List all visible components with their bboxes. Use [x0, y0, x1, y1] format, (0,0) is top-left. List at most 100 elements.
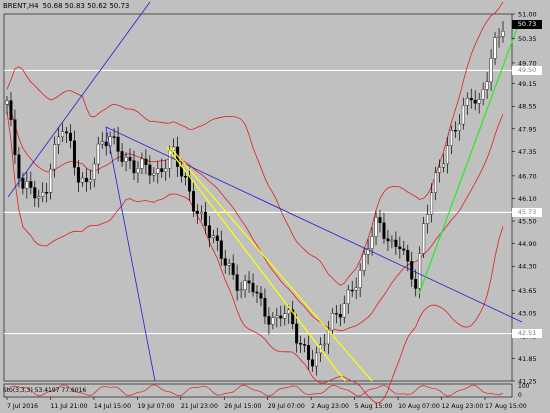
- candle-body: [445, 145, 449, 165]
- symbol-timeframe: BRENT,H4: [3, 2, 39, 10]
- time-tick-label: 29 Jul 07:00: [268, 403, 305, 410]
- price-tick-label: 41.85: [518, 355, 537, 363]
- candle-body: [49, 168, 53, 193]
- candle-body: [477, 99, 481, 104]
- candle-body: [402, 248, 406, 251]
- candle-body: [100, 141, 104, 145]
- candle-body: [184, 175, 188, 178]
- candle-body: [283, 313, 287, 319]
- candle-body: [461, 105, 465, 125]
- candle-body: [426, 214, 430, 224]
- price-tag-49-50: 49.50: [512, 65, 542, 75]
- candle-body: [168, 150, 172, 169]
- candle-body: [315, 352, 319, 367]
- candle-body: [164, 168, 168, 172]
- candle-body: [303, 344, 307, 346]
- symbol-header: BRENT,H4 50.68 50.83 50.62 50.73: [3, 2, 129, 10]
- candle-body: [80, 177, 84, 183]
- chart-window[interactable]: 51.00 50.35 49.70 49.15 48.55 47.95 47.35 46.70…: [0, 0, 550, 413]
- candle-body: [17, 154, 21, 179]
- candle-body: [279, 315, 283, 319]
- candle-body: [116, 136, 120, 152]
- candle-body: [96, 143, 100, 165]
- candle-body: [307, 345, 311, 360]
- candle-body: [453, 129, 457, 132]
- price-tick-label: 45.50: [518, 218, 537, 226]
- candle-body: [418, 253, 422, 289]
- price-tick-label: 44.90: [518, 240, 537, 248]
- time-tick-label: 26 Jul 15:00: [224, 403, 261, 410]
- candle-body: [72, 140, 76, 168]
- candle-body: [29, 181, 33, 188]
- candle-body: [33, 187, 37, 199]
- price-tick-label: 48.55: [518, 103, 537, 111]
- indicator-tick-label: 0: [518, 392, 522, 399]
- price-tag-50-73: 50.73: [512, 19, 542, 29]
- candle-body: [382, 222, 386, 239]
- candle-body: [65, 131, 69, 134]
- candle-body: [104, 141, 108, 147]
- indicator-tick-label: 100: [518, 383, 530, 390]
- candle-body: [144, 158, 148, 166]
- price-chart[interactable]: 51.0050.3549.7049.1548.5547.9547.3546.70…: [0, 0, 550, 413]
- candle-body: [322, 343, 326, 346]
- candle-body: [251, 282, 255, 293]
- candle-body: [493, 37, 497, 59]
- time-tick-label: 17 Aug 15:00: [485, 403, 527, 410]
- price-tick-label: 43.65: [518, 287, 537, 295]
- candle-body: [481, 89, 485, 100]
- trendline-blue-steep: [105, 126, 156, 382]
- price-tick-label: 46.10: [518, 195, 537, 203]
- candle-body: [497, 36, 501, 38]
- price-tag-45-73: 45.73: [512, 207, 542, 217]
- candle-body: [465, 98, 469, 106]
- candle-body: [61, 131, 65, 138]
- trendline-yellow-1: [166, 146, 346, 382]
- candle-body: [188, 176, 192, 192]
- candle-body: [195, 210, 199, 214]
- candle-body: [311, 359, 315, 367]
- candle-body: [120, 151, 124, 162]
- candle-body: [378, 217, 382, 224]
- candle-body: [255, 291, 259, 294]
- time-tick-label: 21 Jul 23:00: [181, 403, 218, 410]
- price-tick-label: 46.70: [518, 172, 537, 180]
- candle-body: [235, 274, 239, 291]
- stochastic-label: Sto(3,3,3) 53.4197 77.6016: [3, 387, 87, 394]
- candle-body: [354, 287, 358, 291]
- bollinger-lower: [6, 111, 504, 404]
- candle-body: [390, 239, 394, 242]
- candle-body: [473, 99, 477, 104]
- candle-body: [76, 167, 80, 183]
- time-tick-label: 14 Jul 15:00: [94, 403, 131, 410]
- candle-body: [13, 119, 17, 155]
- candle-body: [350, 289, 354, 292]
- time-tick-label: 7 Jul 2016: [7, 403, 38, 410]
- price-tick-label: 51.00: [518, 11, 537, 19]
- candle-body: [414, 279, 418, 289]
- candle-body: [140, 158, 144, 169]
- candle-body: [136, 168, 140, 174]
- candle-body: [112, 136, 116, 138]
- price-tick-label: 44.30: [518, 263, 537, 271]
- candle-body: [128, 157, 132, 161]
- candle-body: [271, 317, 275, 325]
- candle-body: [25, 181, 29, 189]
- candle-body: [259, 292, 263, 299]
- candle-body: [239, 289, 243, 291]
- candle-body: [370, 236, 374, 249]
- candle-body: [469, 98, 473, 101]
- time-tick-label: 2 Aug 23:00: [311, 403, 349, 410]
- candle-body: [330, 313, 334, 331]
- candle-body: [346, 289, 350, 305]
- candle-body: [338, 314, 342, 318]
- candle-body: [406, 250, 410, 262]
- candle-body: [434, 172, 438, 193]
- candle-body: [92, 163, 96, 180]
- candle-body: [441, 163, 445, 168]
- candle-body: [449, 129, 453, 146]
- candle-body: [267, 316, 271, 325]
- candle-body: [84, 177, 88, 183]
- price-tick-label: 47.95: [518, 125, 537, 133]
- candle-body: [207, 225, 211, 238]
